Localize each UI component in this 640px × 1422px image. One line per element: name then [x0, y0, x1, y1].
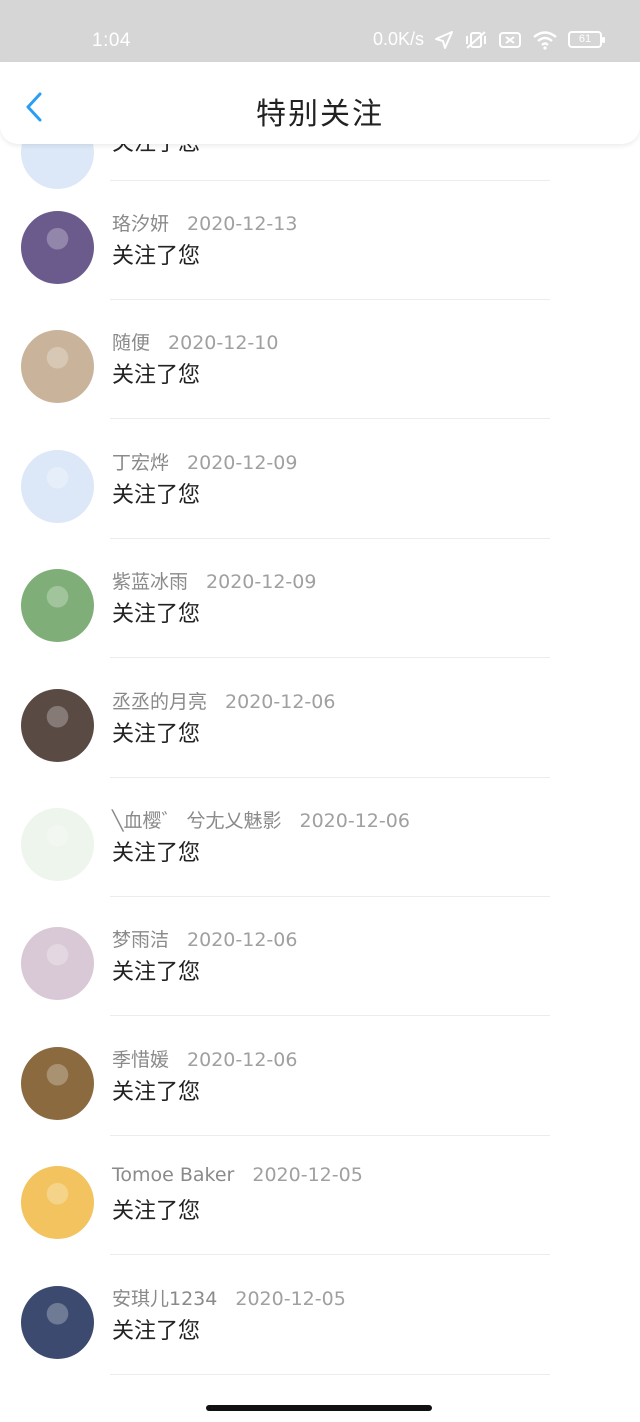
divider — [110, 1254, 550, 1255]
avatar[interactable] — [21, 927, 94, 1000]
follow-date: 2020-12-06 — [187, 1049, 298, 1071]
follower-meta: Tomoe Baker 2020-12-05 — [112, 1164, 363, 1186]
list-item[interactable]: 丁宏烨 2020-12-09 关注了您 — [0, 420, 640, 539]
follow-action-text: 关注了您 — [112, 602, 201, 627]
follower-name[interactable]: 安琪儿1234 — [112, 1288, 217, 1310]
follower-meta: 梦雨洁 2020-12-06 — [112, 925, 297, 952]
avatar[interactable] — [21, 211, 94, 284]
follow-action-text: 关注了您 — [112, 1319, 201, 1344]
follow-date: 2020-12-05 — [252, 1164, 363, 1186]
avatar[interactable] — [21, 450, 94, 523]
follower-name[interactable]: 丁宏烨 — [112, 452, 169, 474]
page-title: 特别关注 — [256, 97, 384, 132]
follower-name[interactable]: 季惜媛 — [112, 1049, 169, 1071]
list-item[interactable]: 随便 2020-12-10 关注了您 — [0, 300, 640, 419]
follow-action-text: 关注了您 — [112, 722, 201, 747]
avatar[interactable] — [21, 1286, 94, 1359]
follower-meta: 安琪儿1234 2020-12-05 — [112, 1284, 346, 1311]
list-item[interactable]: 梦雨洁 2020-12-06 关注了您 — [0, 897, 640, 1016]
follower-meta: 丞丞的月亮 2020-12-06 — [112, 687, 335, 714]
follow-date: 2020-12-06 — [225, 691, 336, 713]
list-item[interactable]: 季惜媛 2020-12-06 关注了您 — [0, 1017, 640, 1136]
follower-name[interactable]: 珞汐妍 — [112, 213, 169, 235]
follow-action-text: 关注了您 — [112, 1080, 201, 1105]
avatar[interactable] — [21, 1166, 94, 1239]
avatar[interactable] — [21, 689, 94, 762]
follow-date: 2020-12-06 — [187, 929, 298, 951]
follow-action-text: 关注了您 — [112, 1199, 201, 1224]
avatar[interactable] — [21, 808, 94, 881]
follower-name[interactable]: 随便 — [112, 332, 150, 354]
follower-meta: 紫蓝冰雨 2020-12-09 — [112, 567, 316, 594]
follower-name[interactable]: ╲血樱゛ 兮尢乂魅影 — [112, 810, 281, 832]
home-indicator[interactable] — [206, 1405, 432, 1411]
avatar[interactable] — [21, 569, 94, 642]
follow-date: 2020-12-09 — [206, 571, 317, 593]
follower-name[interactable]: 梦雨洁 — [112, 929, 169, 951]
follow-date: 2020-12-09 — [187, 452, 298, 474]
follower-name[interactable]: Tomoe Baker — [112, 1164, 234, 1186]
list-item[interactable]: 安琪儿1234 2020-12-05 关注了您 — [0, 1256, 640, 1375]
follower-meta: 珞汐妍 2020-12-13 — [112, 209, 297, 236]
divider — [110, 1374, 550, 1375]
follow-date: 2020-12-10 — [168, 332, 279, 354]
follow-action-text: 关注了您 — [112, 483, 201, 508]
special-follow-list[interactable]: 关注了您 珞汐妍2020-12-13关注了您随便2020-12-10关注了您丁宏… — [0, 0, 640, 1422]
follower-meta: 随便 2020-12-10 — [112, 328, 278, 355]
follower-name[interactable]: 丞丞的月亮 — [112, 691, 207, 713]
list-item[interactable]: ╲血樱゛ 兮尢乂魅影 2020-12-06 关注了您 — [0, 778, 640, 897]
list-item[interactable]: 丞丞的月亮 2020-12-06 关注了您 — [0, 659, 640, 778]
avatar[interactable] — [21, 1047, 94, 1120]
divider — [110, 657, 550, 658]
divider — [110, 1015, 550, 1016]
list-item[interactable]: 紫蓝冰雨 2020-12-09 关注了您 — [0, 539, 640, 658]
follow-action-text: 关注了您 — [112, 960, 201, 985]
top-nav-bar: 特别关注 — [0, 62, 640, 144]
follower-meta: 丁宏烨 2020-12-09 — [112, 448, 297, 475]
follow-date: 2020-12-13 — [187, 213, 298, 235]
follow-date: 2020-12-05 — [235, 1288, 346, 1310]
follower-name[interactable]: 紫蓝冰雨 — [112, 571, 188, 593]
avatar[interactable] — [21, 330, 94, 403]
follow-action-text: 关注了您 — [112, 363, 201, 388]
divider — [110, 418, 550, 419]
follow-action-text: 关注了您 — [112, 841, 201, 866]
list-item[interactable]: Tomoe Baker 2020-12-05 关注了您 — [0, 1136, 640, 1255]
follow-date: 2020-12-06 — [299, 810, 410, 832]
list-item[interactable]: 珞汐妍 2020-12-13 关注了您 — [0, 181, 640, 300]
follower-meta: 季惜媛 2020-12-06 — [112, 1045, 297, 1072]
follow-action-text: 关注了您 — [112, 244, 201, 269]
follower-meta: ╲血樱゛ 兮尢乂魅影 2020-12-06 — [112, 806, 410, 833]
